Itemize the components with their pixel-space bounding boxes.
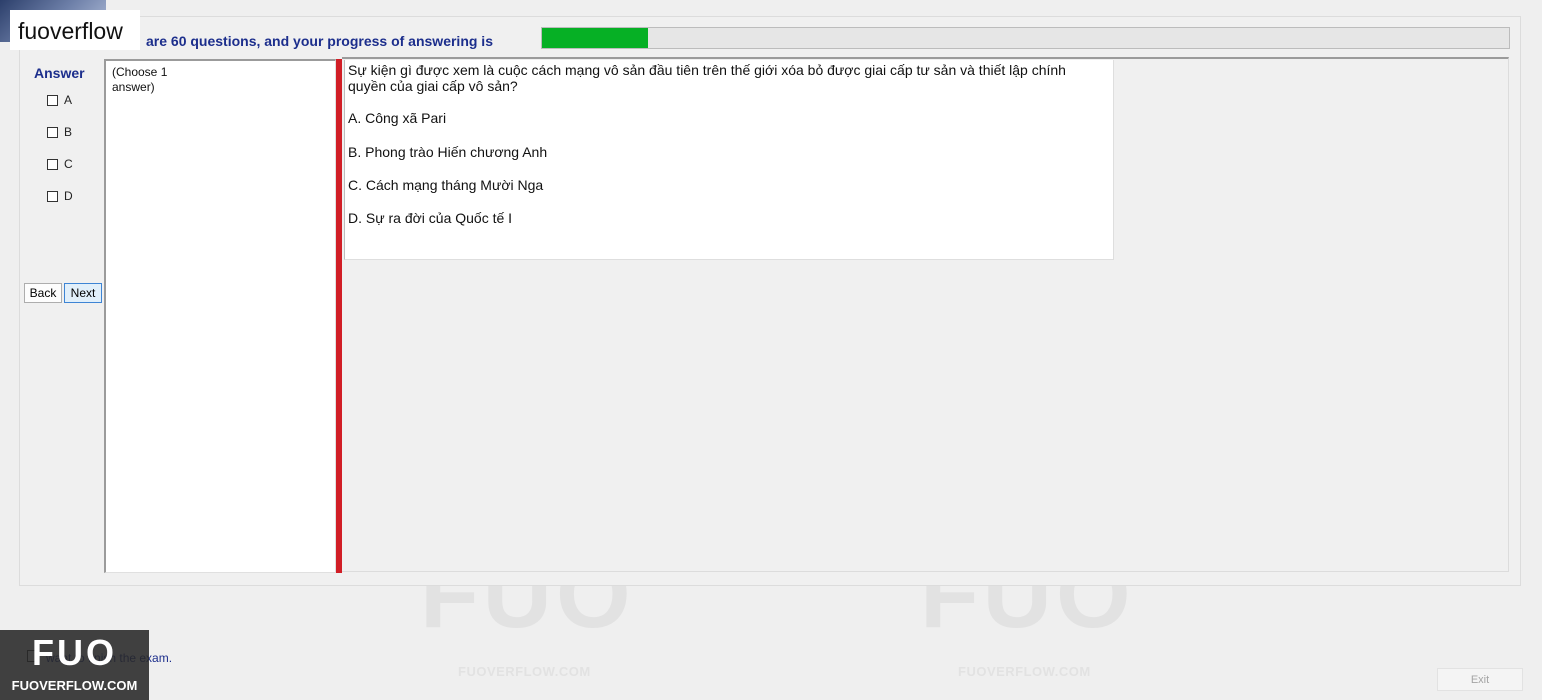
option-a-checkbox[interactable]: [47, 94, 58, 106]
instruction-panel: (Choose 1 answer): [104, 59, 336, 573]
option-d-label: D: [64, 189, 73, 203]
back-button[interactable]: Back: [24, 283, 62, 303]
watermark-text: FUOVERFLOW.COM: [458, 664, 591, 679]
instruction-text: (Choose 1 answer): [112, 65, 168, 94]
question-text: Sự kiện gì được xem là cuộc cách mạng vô…: [348, 62, 1066, 94]
option-c-checkbox[interactable]: [47, 158, 58, 170]
fuoverflow-logo: FUO FUOVERFLOW.COM: [0, 630, 149, 700]
answer-heading: Answer: [34, 65, 85, 81]
logo-text: FUOVERFLOW.COM: [11, 678, 138, 693]
choice-c: C. Cách mạng tháng Mười Nga: [348, 177, 544, 193]
choice-d: D. Sự ra đời của Quốc tế I: [348, 210, 513, 226]
exit-button[interactable]: Exit: [1437, 668, 1523, 691]
option-b-checkbox[interactable]: [47, 126, 58, 138]
answer-option-a[interactable]: A: [47, 92, 72, 108]
answer-option-d[interactable]: D: [47, 188, 73, 204]
option-b-label: B: [64, 125, 73, 139]
option-d-checkbox[interactable]: [47, 190, 58, 202]
option-c-label: C: [64, 157, 73, 171]
next-button[interactable]: Next: [64, 283, 102, 303]
choice-a: A. Công xã Pari: [348, 110, 447, 126]
watermark-text: FUOVERFLOW.COM: [958, 664, 1091, 679]
progress-bar-fill: [542, 28, 649, 48]
answer-option-c[interactable]: C: [47, 156, 73, 172]
exam-window: FUO FUOVERFLOW.COM FUO FUOVERFLOW.COM FU…: [0, 0, 1542, 700]
progress-text: are 60 questions, and your progress of a…: [146, 33, 493, 49]
site-name-label: fuoverflow: [10, 10, 140, 50]
progress-bar: [541, 27, 1510, 49]
choice-b: B. Phong trào Hiến chương Anh: [348, 144, 548, 160]
logo-mark: FUO: [32, 632, 117, 673]
question-panel: Sự kiện gì được xem là cuộc cách mạng vô…: [344, 60, 1114, 260]
option-a-label: A: [64, 93, 73, 107]
answer-option-b[interactable]: B: [47, 124, 72, 140]
